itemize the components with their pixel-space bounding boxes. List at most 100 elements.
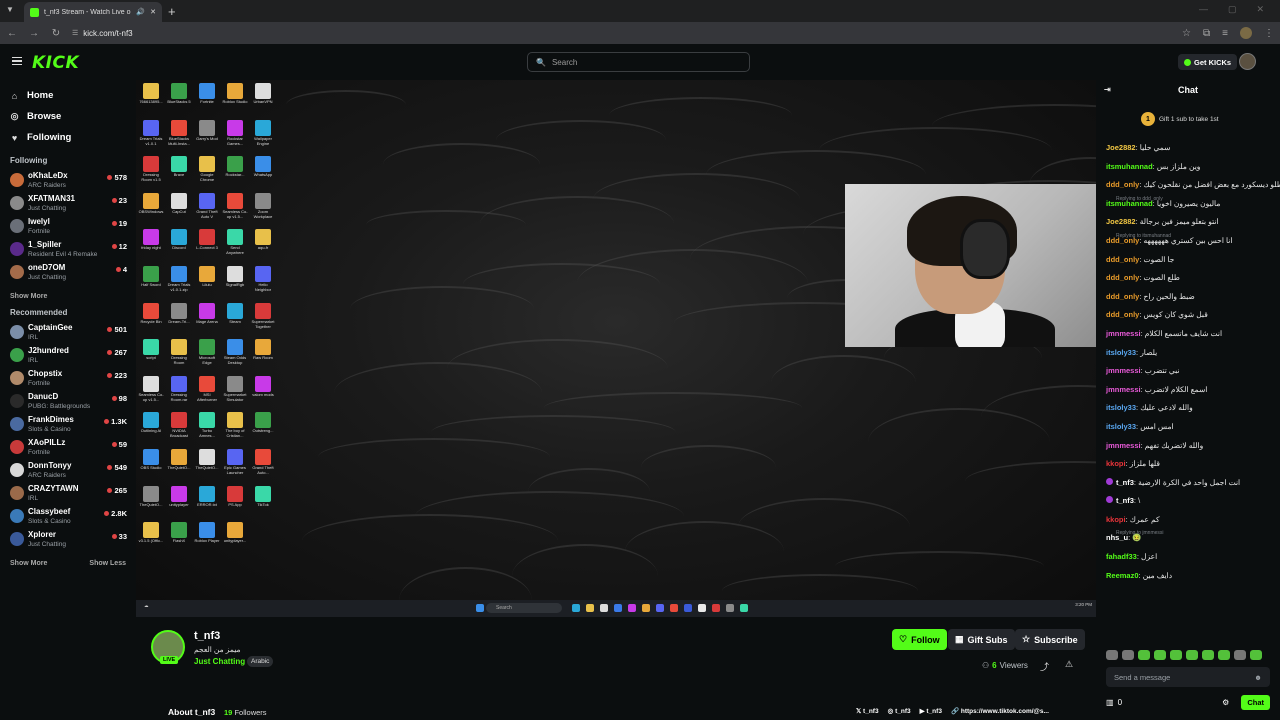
chat-message[interactable]: kkopi: قلها ملزاز — [1106, 459, 1271, 478]
emote-icon[interactable] — [1218, 650, 1230, 660]
report-icon[interactable]: ⚠ — [1065, 659, 1073, 670]
chat-username[interactable]: itsloly33 — [1106, 348, 1136, 357]
chat-message[interactable]: jmnmessi: نبي تتضرب — [1106, 366, 1271, 385]
sidebar-channel-xfatman31[interactable]: XFATMAN31 Just Chatting 23 — [10, 194, 136, 217]
show-more-following-button[interactable]: Show More — [10, 286, 136, 306]
chat-username[interactable]: itsmuhannad — [1106, 162, 1153, 171]
sidebar-channel-oned7om[interactable]: oneD7OM Just Chatting 4 — [10, 263, 136, 286]
emote-icon[interactable] — [1170, 650, 1182, 660]
new-tab-button[interactable]: + — [168, 4, 176, 19]
menu-hamburger-icon[interactable] — [12, 57, 22, 65]
chat-username[interactable]: Reemaz0 — [1106, 571, 1139, 580]
search-input[interactable]: 🔍 Search — [527, 52, 750, 72]
emote-icon[interactable] — [1106, 650, 1118, 660]
chat-message[interactable]: Joe2882: سمي حليا — [1106, 143, 1271, 162]
sidebar-channel-xplorer[interactable]: Xplorer Just Chatting 33 — [10, 530, 136, 553]
chat-username[interactable]: ddd_only — [1106, 292, 1139, 301]
chat-message[interactable]: Replying to itsmuhannad ddd_only: انا احس… — [1106, 233, 1271, 255]
chat-message[interactable]: itsmuhannad: وين ملزاز بس — [1106, 162, 1271, 181]
sidebar-nav-following[interactable]: ♥ Following — [10, 127, 136, 148]
chat-message[interactable]: t_nf3: \ — [1106, 496, 1271, 515]
sidebar-channel-1_spiller[interactable]: 1_Spiller Resident Evil 4 Remake 12 — [10, 240, 136, 263]
chat-settings-icon[interactable]: ⚙ — [1222, 698, 1229, 707]
forward-icon[interactable]: → — [28, 28, 40, 39]
site-info-icon[interactable]: ☰ — [72, 29, 78, 37]
tiktok-link[interactable]: 🔗 https://www.tiktok.com/@s... — [951, 707, 1049, 715]
chat-message[interactable]: itsloly33: امس امس — [1106, 422, 1271, 441]
chat-message[interactable]: jmnmessi: انت شايف ماتسمع الكلام — [1106, 329, 1271, 348]
sidebar-channel-classybeef[interactable]: Classybeef Slots & Casino 2.8K — [10, 507, 136, 530]
bookmark-star-icon[interactable]: ☆ — [1182, 28, 1191, 39]
minimize-icon[interactable]: — — [1199, 4, 1208, 15]
chat-message[interactable]: Reemaz0: دايف مين — [1106, 571, 1271, 590]
chat-message[interactable]: jmnmessi: اسمع الكلام لاتضرب — [1106, 385, 1271, 404]
pinned-gift-banner[interactable]: 1 Gift 1 sub to take 1st — [1141, 112, 1219, 126]
chat-message[interactable]: Replying to ddd_only itsmuhannad: ماليون … — [1106, 196, 1271, 218]
emote-icon[interactable] — [1138, 650, 1150, 660]
media-icon[interactable]: ≡ — [1222, 28, 1228, 39]
emote-icon[interactable] — [1186, 650, 1198, 660]
tab-close-icon[interactable]: ✕ — [150, 8, 156, 16]
chat-message[interactable]: jmnmessi: والله لاتضربك تفهم — [1106, 441, 1271, 460]
chat-message[interactable]: ddd_only: جا الصوت — [1106, 255, 1271, 274]
chat-username[interactable]: kkopi — [1106, 459, 1126, 468]
sidebar-channel-j2hundred[interactable]: J2hundred IRL 267 — [10, 346, 136, 369]
chat-username[interactable]: ddd_only — [1106, 310, 1139, 319]
browser-tab[interactable]: t_nf3 Stream - Watch Live on K 🔊 ✕ — [24, 2, 162, 22]
tab-list-chevron-icon[interactable]: ▼ — [6, 5, 14, 14]
chat-message-input[interactable]: Send a message ☻ — [1106, 667, 1270, 687]
sidebar-nav-browse[interactable]: ◎ Browse — [10, 106, 136, 127]
chat-username[interactable]: jmnmessi — [1106, 366, 1141, 375]
chat-message[interactable]: ddd_only: طلع الصوت — [1106, 273, 1271, 292]
sidebar-channel-lwelyl[interactable]: lwelyl Fortnite 19 — [10, 217, 136, 240]
streamer-name[interactable]: t_nf3 — [194, 630, 220, 642]
chat-message[interactable]: fahadf33: اعزل — [1106, 552, 1271, 571]
emote-icon[interactable] — [1234, 650, 1246, 660]
chat-message[interactable]: Replying to jmnmessi nhs_u: 🤢 — [1106, 530, 1271, 552]
kick-logo[interactable]: KICK — [32, 53, 79, 73]
chat-message[interactable]: ddd_only: قبل شوي كان كويس — [1106, 310, 1271, 329]
chat-username[interactable]: itsloly33 — [1106, 403, 1136, 412]
language-tag[interactable]: Arabic — [247, 656, 274, 667]
sidebar-channel-chopstix[interactable]: Chopstix Fortnite 223 — [10, 369, 136, 392]
back-icon[interactable]: ← — [6, 28, 18, 39]
chat-message[interactable]: itsloly33: والله لادعي عليك — [1106, 403, 1271, 422]
gift-subs-button[interactable]: ▦ Gift Subs — [948, 629, 1015, 650]
x-link[interactable]: 𝕏 t_nf3 — [856, 707, 879, 715]
chat-username[interactable]: t_nf3 — [1116, 496, 1134, 505]
sidebar-channel-xaopillz[interactable]: XAoPILLz Fortnite 59 — [10, 438, 136, 461]
maximize-icon[interactable]: ▢ — [1228, 4, 1237, 15]
profile-avatar[interactable] — [1240, 27, 1252, 39]
reload-icon[interactable]: ↻ — [50, 28, 62, 39]
get-kicks-button[interactable]: Get KICKs — [1178, 54, 1238, 70]
chat-username[interactable]: jmnmessi — [1106, 441, 1141, 450]
share-icon[interactable]: ⤴ — [1040, 660, 1049, 673]
close-window-icon[interactable]: ✕ — [1256, 4, 1264, 15]
extensions-icon[interactable]: ⧉ — [1203, 28, 1210, 39]
youtube-link[interactable]: ▶ t_nf3 — [920, 707, 942, 715]
chat-message[interactable]: ddd_only: ضبط والحين راح — [1106, 292, 1271, 311]
chat-username[interactable]: Joe2882 — [1106, 143, 1136, 152]
chat-username[interactable]: itsloly33 — [1106, 422, 1136, 431]
emote-icon[interactable] — [1122, 650, 1134, 660]
chat-username[interactable]: ddd_only — [1106, 273, 1139, 282]
chat-message[interactable]: itsloly33: يلصار — [1106, 348, 1271, 367]
show-more-recommended-button[interactable]: Show More — [10, 560, 47, 567]
emote-icon[interactable] — [1202, 650, 1214, 660]
chat-username[interactable]: ddd_only — [1106, 255, 1139, 264]
chat-send-button[interactable]: Chat — [1241, 694, 1270, 710]
subscribe-button[interactable]: ☆ Subscribe — [1015, 629, 1085, 650]
sidebar-nav-home[interactable]: ⌂ Home — [10, 85, 136, 106]
emote-icon[interactable] — [1250, 650, 1262, 660]
chat-username[interactable]: jmnmessi — [1106, 385, 1141, 394]
collapse-chat-icon[interactable]: ⇥ — [1104, 85, 1111, 94]
follow-button[interactable]: ♡ Follow — [892, 629, 947, 650]
user-avatar[interactable] — [1239, 53, 1256, 70]
sidebar-channel-okhaledx[interactable]: oKhaLeDx ARC Raiders 578 — [10, 171, 136, 194]
sidebar-channel-frankdimes[interactable]: FrankDimes Slots & Casino 1.3K — [10, 415, 136, 438]
video-player[interactable]: 766613895... BlueStacks 5 Fortnite Roblox S… — [136, 80, 1096, 617]
browser-menu-icon[interactable]: ⋮ — [1264, 28, 1274, 39]
url-field[interactable]: ☰ kick.com/t-nf3 — [72, 29, 133, 38]
emote-icon[interactable] — [1154, 650, 1166, 660]
chat-message[interactable]: t_nf3: انت اجمل واحد في الكرة الارضية — [1106, 477, 1271, 497]
